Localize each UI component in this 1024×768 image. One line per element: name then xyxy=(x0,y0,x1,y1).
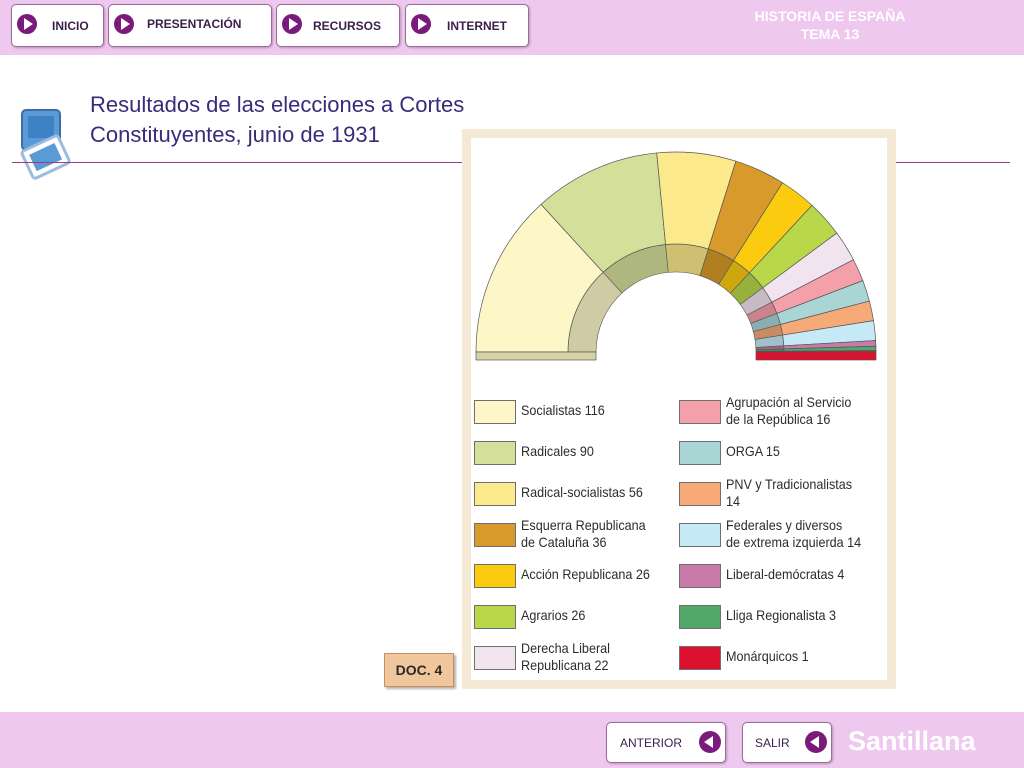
legend-swatch xyxy=(474,523,516,547)
recursos-button[interactable]: RECURSOS xyxy=(276,4,400,47)
inicio-label: INICIO xyxy=(52,19,89,33)
course-title-line2: TEMA 13 xyxy=(800,26,860,42)
anterior-button[interactable]: ANTERIOR xyxy=(606,722,726,763)
legend-label-line2: 14 xyxy=(726,493,741,509)
slide-title: Resultados de las elecciones a Cortes Co… xyxy=(90,90,464,150)
legend-swatch xyxy=(679,482,721,506)
legend-label-line1: Agrarios 26 xyxy=(521,607,586,623)
anterior-label: ANTERIOR xyxy=(620,736,683,750)
legend-label-line1: Lliga Regionalista 3 xyxy=(726,607,836,623)
legend-label: Federales y diversos de extrema izquierda… xyxy=(726,517,879,551)
legend-label: Socialistas 116 xyxy=(521,402,674,419)
legend-label: Lliga Regionalista 3 xyxy=(726,607,879,624)
slide-title-line2: Constituyentes, junio de 1931 xyxy=(90,122,380,147)
legend-label-line1: Socialistas 116 xyxy=(521,402,605,418)
legend-label: Derecha Liberal Republicana 22 xyxy=(521,640,674,674)
hemicycle-chart xyxy=(475,151,877,361)
legend-swatch xyxy=(679,400,721,424)
salir-label: SALIR xyxy=(755,736,790,750)
exit-arrow-icon xyxy=(805,731,827,753)
legend-swatch xyxy=(474,400,516,424)
hemicycle-base-right xyxy=(755,351,877,361)
title-divider xyxy=(12,162,464,163)
santillana-logo: Santillana xyxy=(848,726,976,756)
legend-label-line2: Republicana 22 xyxy=(521,657,609,673)
salir-button[interactable]: SALIR xyxy=(742,722,832,763)
legend-label: Esquerra Republicana de Cataluña 36 xyxy=(521,517,674,551)
internet-button[interactable]: INTERNET xyxy=(405,4,529,47)
internet-label: INTERNET xyxy=(447,19,507,33)
legend-label-line1: Esquerra Republicana xyxy=(521,517,646,533)
legend-label: Monárquicos 1 xyxy=(726,648,879,665)
course-title: HISTORIA DE ESPAÑA TEMA 13 xyxy=(720,7,940,43)
legend-label-line1: PNV y Tradicionalistas xyxy=(726,476,853,492)
legend-label: Radicales 90 xyxy=(521,443,674,460)
legend-swatch xyxy=(474,482,516,506)
legend-label-line1: Acción Republicana 26 xyxy=(521,566,650,582)
legend-label: Liberal-demócratas 4 xyxy=(726,566,879,583)
hemicycle-base-left xyxy=(475,351,597,361)
legend-label-line1: Radical-socialistas 56 xyxy=(521,484,643,500)
presentacion-button[interactable]: PRESENTACIÓN xyxy=(108,4,272,47)
legend-swatch xyxy=(679,646,721,670)
slide-title-line1: Resultados de las elecciones a Cortes xyxy=(90,92,465,117)
legend-swatch xyxy=(474,564,516,588)
legend-swatch xyxy=(679,523,721,547)
play-arrow-icon xyxy=(114,14,134,34)
legend-label: PNV y Tradicionalistas 14 xyxy=(726,476,879,510)
legend-swatch xyxy=(474,605,516,629)
legend-label-line1: Derecha Liberal xyxy=(521,640,610,656)
legend-label-line2: de extrema izquierda 14 xyxy=(726,534,862,550)
legend-swatch xyxy=(679,441,721,465)
document-icon xyxy=(20,109,71,180)
legend-swatch xyxy=(679,564,721,588)
legend-label-line1: ORGA 15 xyxy=(726,443,780,459)
presentacion-label: PRESENTACIÓN xyxy=(147,17,242,31)
play-arrow-icon xyxy=(411,14,431,34)
title-divider-right xyxy=(896,162,1010,163)
legend-label-line1: Monárquicos 1 xyxy=(726,648,809,664)
legend-label-line1: Agrupación al Servicio xyxy=(726,394,852,410)
legend-label: ORGA 15 xyxy=(726,443,879,460)
play-arrow-icon xyxy=(282,14,302,34)
legend-swatch xyxy=(474,646,516,670)
legend-label-line2: de Cataluña 36 xyxy=(521,534,607,550)
legend-label-line1: Radicales 90 xyxy=(521,443,594,459)
legend-label: Radical-socialistas 56 xyxy=(521,484,674,501)
back-arrow-icon xyxy=(699,731,721,753)
play-arrow-icon xyxy=(17,14,37,34)
legend-label-line1: Federales y diversos xyxy=(726,517,843,533)
recursos-label: RECURSOS xyxy=(313,19,382,33)
legend-swatch xyxy=(474,441,516,465)
legend-label-line1: Liberal-demócratas 4 xyxy=(726,566,845,582)
inicio-button[interactable]: INICIO xyxy=(11,4,104,47)
doc-number-badge: DOC. 4 xyxy=(384,653,454,687)
legend-swatch xyxy=(679,605,721,629)
legend-label: Agrarios 26 xyxy=(521,607,674,624)
legend-label: Acción Republicana 26 xyxy=(521,566,674,583)
course-title-line1: HISTORIA DE ESPAÑA xyxy=(754,8,906,24)
legend-label-line2: de la República 16 xyxy=(726,411,831,427)
legend-label: Agrupación al Servicio de la República 16 xyxy=(726,394,879,428)
